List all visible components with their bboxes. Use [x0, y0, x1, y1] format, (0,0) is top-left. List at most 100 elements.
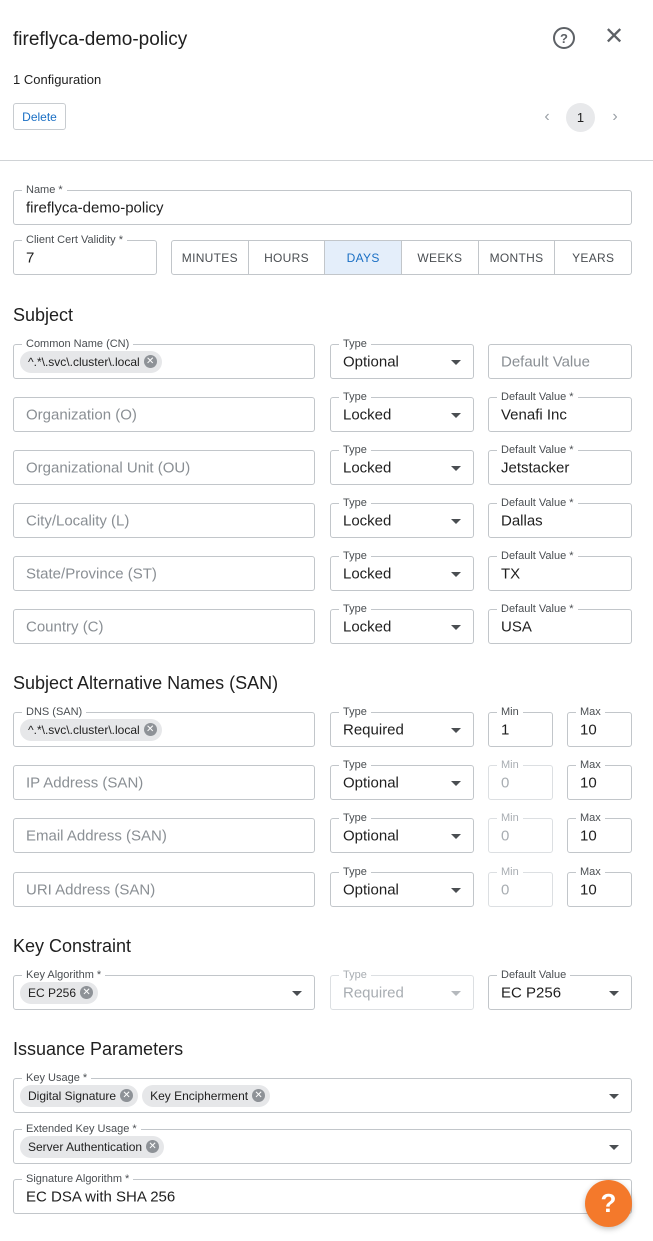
ip-san-type-select[interactable]: Type Optional: [330, 758, 474, 800]
key-usage-chip: Digital Signature ✕: [20, 1084, 139, 1107]
dropdown-arrow-icon: [292, 990, 302, 996]
locality-type-select[interactable]: Type Locked: [330, 496, 474, 538]
country-field[interactable]: Country (C): [13, 609, 315, 644]
unit-minutes-button[interactable]: MINUTES: [172, 241, 249, 274]
dns-san-type-select[interactable]: Type Required: [330, 705, 474, 747]
email-san-field[interactable]: Email Address (SAN): [13, 818, 315, 853]
type-label: Type: [339, 811, 371, 825]
delete-button[interactable]: Delete: [13, 103, 66, 130]
ip-san-field[interactable]: IP Address (SAN): [13, 765, 315, 800]
unit-years-button[interactable]: YEARS: [555, 241, 631, 274]
unit-weeks-button[interactable]: WEEKS: [402, 241, 479, 274]
validity-value: 7: [26, 249, 35, 266]
dns-san-field[interactable]: DNS (SAN) ^.*\.svc\.cluster\.local ✕: [13, 705, 315, 747]
dropdown-arrow-icon: [451, 465, 461, 471]
common-name-type-select[interactable]: Type Optional: [330, 337, 474, 379]
locality-default-input[interactable]: Default Value * Dallas: [488, 496, 632, 538]
chip-label: ^.*\.svc\.cluster\.local: [28, 722, 140, 737]
country-default-input[interactable]: Default Value * USA: [488, 602, 632, 644]
pagination-prev-icon[interactable]: ‹: [539, 106, 555, 128]
email-san-min-input[interactable]: Min 0: [488, 811, 553, 853]
state-default-input[interactable]: Default Value * TX: [488, 549, 632, 591]
default-value: Dallas: [501, 512, 543, 529]
signature-algorithm-field[interactable]: Signature Algorithm * EC DSA with SHA 25…: [13, 1172, 632, 1214]
default-value: USA: [501, 618, 532, 635]
chip-remove-icon[interactable]: ✕: [146, 1140, 160, 1153]
chip-remove-icon[interactable]: ✕: [143, 355, 157, 368]
key-usage-label: Key Usage *: [22, 1071, 92, 1085]
dropdown-arrow-icon: [451, 412, 461, 418]
chip-remove-icon[interactable]: ✕: [80, 986, 94, 999]
default-value: Venafi Inc: [501, 406, 567, 423]
dropdown-arrow-icon: [451, 833, 461, 839]
extended-key-usage-label: Extended Key Usage *: [22, 1122, 141, 1136]
ip-san-min-input[interactable]: Min 0: [488, 758, 553, 800]
organizational-unit-field[interactable]: Organizational Unit (OU): [13, 450, 315, 485]
key-usage-select[interactable]: Key Usage * Digital Signature ✕ Key Encip…: [13, 1071, 632, 1113]
email-san-max-input[interactable]: Max 10: [567, 811, 632, 853]
dropdown-arrow-icon: [451, 359, 461, 365]
dns-san-max-input[interactable]: Max 10: [567, 705, 632, 747]
signature-algorithm-value: EC DSA with SHA 256: [26, 1188, 176, 1205]
organization-type-select[interactable]: Type Locked: [330, 390, 474, 432]
common-name-field[interactable]: Common Name (CN) ^.*\.svc\.cluster\.loca…: [13, 337, 315, 379]
organizational-unit-default-input[interactable]: Default Value * Jetstacker: [488, 443, 632, 485]
dns-san-chip: ^.*\.svc\.cluster\.local ✕: [20, 718, 162, 741]
type-label: Type: [339, 549, 371, 563]
state-type-select[interactable]: Type Locked: [330, 549, 474, 591]
key-type-select[interactable]: Type Required: [330, 968, 474, 1010]
organizational-unit-type-select[interactable]: Type Locked: [330, 443, 474, 485]
default-value: EC P256: [501, 984, 562, 1001]
email-san-placeholder: Email Address (SAN): [26, 827, 167, 844]
chip-remove-icon[interactable]: ✕: [143, 723, 157, 736]
key-default-select[interactable]: Default Value EC P256: [488, 968, 632, 1010]
common-name-default-input[interactable]: Default Value: [488, 344, 632, 379]
country-placeholder: Country (C): [26, 618, 104, 635]
default-label: Default Value: [497, 968, 571, 982]
uri-san-min-input[interactable]: Min 0: [488, 865, 553, 907]
email-san-type-select[interactable]: Type Optional: [330, 811, 474, 853]
unit-hours-button[interactable]: HOURS: [249, 241, 326, 274]
key-algorithm-select[interactable]: Key Algorithm * EC P256 ✕: [13, 968, 315, 1010]
extended-key-usage-select[interactable]: Extended Key Usage * Server Authenticati…: [13, 1122, 632, 1164]
min-label: Min: [497, 705, 523, 719]
type-label: Type: [339, 337, 371, 351]
uri-san-type-select[interactable]: Type Optional: [330, 865, 474, 907]
chip-remove-icon[interactable]: ✕: [120, 1089, 134, 1102]
ip-san-max-input[interactable]: Max 10: [567, 758, 632, 800]
signature-algorithm-label: Signature Algorithm *: [22, 1172, 134, 1186]
key-usage-chip: Key Encipherment ✕: [142, 1084, 271, 1107]
uri-san-field[interactable]: URI Address (SAN): [13, 872, 315, 907]
dns-san-min-input[interactable]: Min 1: [488, 705, 553, 747]
chip-label: Server Authentication: [28, 1139, 143, 1154]
state-field[interactable]: State/Province (ST): [13, 556, 315, 591]
name-field[interactable]: Name * fireflyca-demo-policy: [13, 183, 632, 225]
unit-months-button[interactable]: MONTHS: [479, 241, 556, 274]
validity-input[interactable]: Client Cert Validity * 7: [13, 233, 157, 275]
pagination-current-page[interactable]: 1: [566, 103, 595, 132]
validity-unit-selector: MINUTES HOURS DAYS WEEKS MONTHS YEARS: [171, 240, 632, 275]
organizational-unit-placeholder: Organizational Unit (OU): [26, 459, 191, 476]
locality-field[interactable]: City/Locality (L): [13, 503, 315, 538]
name-field-value: fireflyca-demo-policy: [26, 199, 164, 216]
type-value: Optional: [343, 881, 399, 898]
type-label: Type: [339, 443, 371, 457]
min-value: 1: [501, 721, 510, 738]
help-icon[interactable]: ?: [553, 27, 575, 49]
uri-san-max-input[interactable]: Max 10: [567, 865, 632, 907]
default-value: Jetstacker: [501, 459, 570, 476]
pagination-next-icon[interactable]: ›: [607, 106, 623, 128]
chip-label: Key Encipherment: [150, 1088, 249, 1103]
help-fab-button[interactable]: ?: [585, 1180, 632, 1227]
unit-days-button[interactable]: DAYS: [325, 241, 403, 274]
dropdown-arrow-icon: [451, 624, 461, 630]
state-placeholder: State/Province (ST): [26, 565, 157, 582]
close-icon[interactable]: ✕: [603, 25, 625, 50]
type-label: Type: [339, 968, 371, 982]
chip-remove-icon[interactable]: ✕: [252, 1089, 266, 1102]
default-label: Default Value *: [497, 549, 578, 563]
organization-field[interactable]: Organization (O): [13, 397, 315, 432]
country-type-select[interactable]: Type Locked: [330, 602, 474, 644]
organization-default-input[interactable]: Default Value * Venafi Inc: [488, 390, 632, 432]
extended-key-usage-chip: Server Authentication ✕: [20, 1135, 165, 1158]
